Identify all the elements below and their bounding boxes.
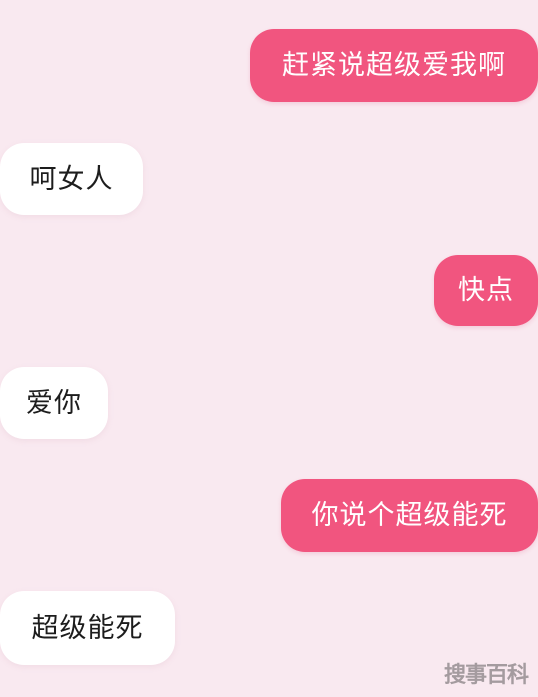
- outgoing-message-bubble[interactable]: 赶紧说超级爱我啊: [250, 29, 538, 102]
- incoming-message-bubble[interactable]: 爱你: [0, 367, 108, 439]
- incoming-message-bubble[interactable]: 呵女人: [0, 143, 143, 215]
- incoming-message-bubble[interactable]: 超级能死: [0, 591, 175, 665]
- chat-thread: 赶紧说超级爱我啊 呵女人 快点 爱你 你说个超级能死 超级能死: [0, 0, 538, 697]
- watermark-logo: 搜事百科: [443, 662, 529, 688]
- outgoing-message-bubble[interactable]: 你说个超级能死: [281, 479, 538, 552]
- outgoing-message-bubble[interactable]: 快点: [434, 255, 538, 326]
